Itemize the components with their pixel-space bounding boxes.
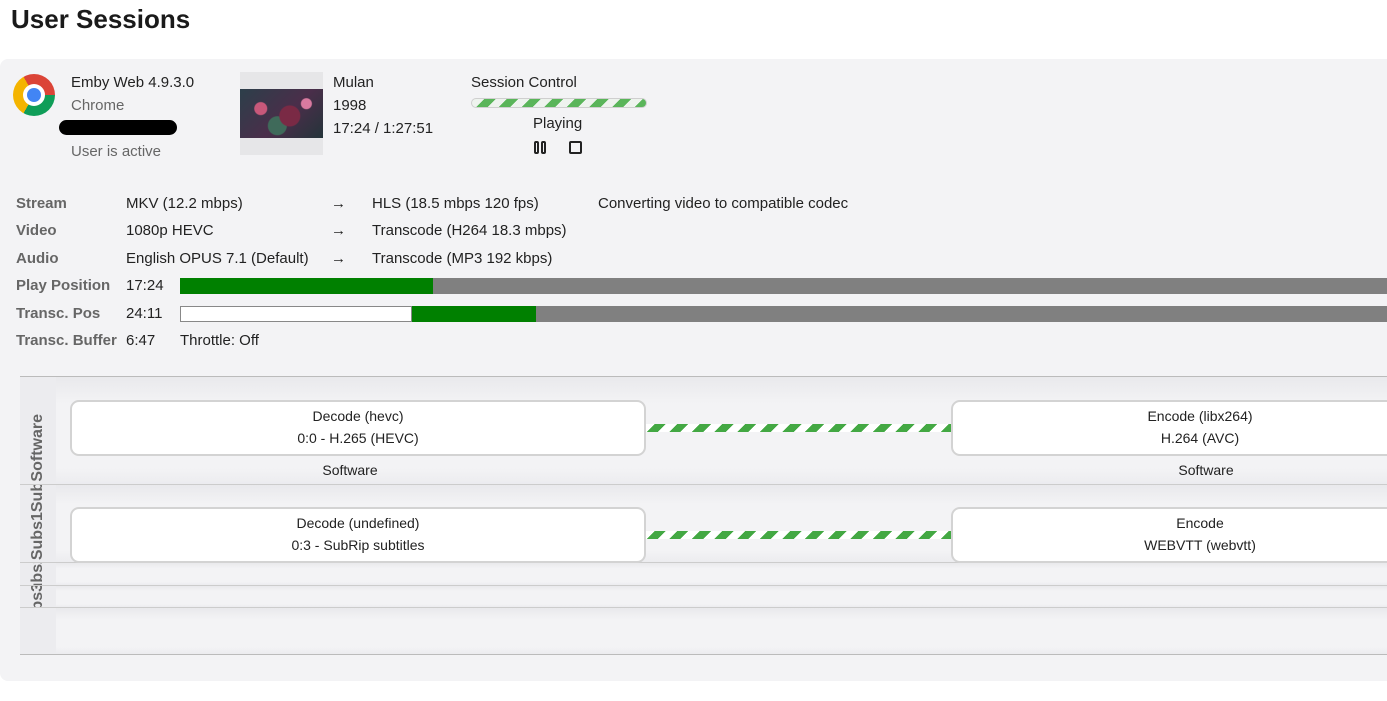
encode-title: Encode (libx264) bbox=[1147, 408, 1253, 424]
session-control-label: Session Control bbox=[471, 74, 577, 91]
decode-hw-label: Software bbox=[322, 462, 378, 478]
transc-pos-fill bbox=[411, 306, 537, 322]
transc-buffer-label: Transc. Buffer bbox=[16, 332, 117, 349]
session-progress-bar bbox=[471, 98, 647, 108]
browser-name: Chrome bbox=[71, 97, 125, 114]
transc-pos-bar bbox=[180, 306, 1387, 322]
stream-note: Converting video to compatible codec bbox=[598, 195, 849, 212]
encode-node[interactable]: Encode WEBVTT (webvtt) bbox=[951, 507, 1387, 563]
page-title: User Sessions bbox=[11, 4, 191, 34]
pipeline-row-empty bbox=[20, 608, 1387, 654]
pipeline-row-subs1: Subs1Subs Decode (undefined) 0:3 - SubRi… bbox=[20, 485, 1387, 563]
row-side: Software bbox=[20, 377, 56, 484]
audio-label: Audio bbox=[16, 250, 59, 267]
user-status: User is active bbox=[71, 143, 162, 160]
decode-title: Decode (undefined) bbox=[296, 515, 420, 531]
row-side bbox=[20, 608, 56, 654]
video-arrow: → bbox=[331, 222, 346, 239]
play-position-label: Play Position bbox=[16, 277, 111, 294]
decode-node[interactable]: Decode (undefined) 0:3 - SubRip subtitle… bbox=[70, 507, 646, 563]
pipeline-row-subs3: Subs3 bbox=[20, 586, 1387, 608]
pause-icon[interactable] bbox=[533, 140, 551, 156]
row-label: Subs2 bbox=[20, 563, 56, 585]
video-source: 1080p HEVC bbox=[126, 222, 214, 239]
encode-detail: H.264 (AVC) bbox=[1160, 430, 1240, 446]
video-label: Video bbox=[16, 222, 57, 239]
row-side: Subs3 bbox=[20, 586, 56, 607]
decode-detail: 0:0 - H.265 (HEVC) bbox=[297, 430, 419, 446]
stream-arrow: → bbox=[331, 195, 346, 212]
row-side: Subs1Subs bbox=[20, 485, 56, 562]
row-label: Software bbox=[29, 414, 46, 482]
pipeline-link bbox=[646, 424, 952, 432]
pipeline-row-software: Software Decode (hevc) 0:0 - H.265 (HEVC… bbox=[20, 377, 1387, 485]
stream-label: Stream bbox=[16, 195, 67, 212]
row-label: Subs3 bbox=[20, 586, 56, 607]
audio-target: Transcode (MP3 192 kbps) bbox=[372, 250, 553, 267]
media-poster[interactable] bbox=[240, 72, 323, 155]
transc-pos-label: Transc. Pos bbox=[16, 305, 101, 322]
play-position-value: 17:24 bbox=[126, 277, 164, 294]
encode-title: Encode bbox=[1176, 515, 1224, 531]
row-label: Subs1Subs bbox=[29, 485, 46, 560]
throttle-status: Throttle: Off bbox=[180, 332, 259, 349]
transc-buffer-value: 6:47 bbox=[126, 332, 156, 349]
encode-node[interactable]: Encode (libx264) H.264 (AVC) bbox=[951, 400, 1387, 456]
encode-detail: WEBVTT (webvtt) bbox=[1144, 537, 1256, 553]
audio-source: English OPUS 7.1 (Default) bbox=[126, 250, 309, 267]
row-side: Subs2 bbox=[20, 563, 56, 585]
decode-title: Decode (hevc) bbox=[312, 408, 404, 424]
audio-arrow: → bbox=[331, 250, 346, 267]
decode-detail: 0:3 - SubRip subtitles bbox=[291, 537, 425, 553]
media-time: 17:24 / 1:27:51 bbox=[333, 120, 434, 137]
client-name: Emby Web 4.9.3.0 bbox=[71, 74, 195, 91]
encode-hw-label: Software bbox=[1178, 462, 1234, 478]
play-position-bar[interactable] bbox=[180, 278, 1387, 294]
transc-pos-unbuffered bbox=[180, 306, 412, 322]
transcode-pipeline: Software Decode (hevc) 0:0 - H.265 (HEVC… bbox=[20, 376, 1387, 655]
poster-image bbox=[240, 89, 323, 138]
pipeline-row-subs2: Subs2 bbox=[20, 563, 1387, 586]
decode-node[interactable]: Decode (hevc) 0:0 - H.265 (HEVC) bbox=[70, 400, 646, 456]
stream-target: HLS (18.5 mbps 120 fps) bbox=[372, 195, 539, 212]
media-title[interactable]: Mulan bbox=[333, 72, 374, 94]
stop-icon[interactable] bbox=[569, 141, 582, 154]
pipeline-link bbox=[646, 531, 952, 539]
video-target: Transcode (H264 18.3 mbps) bbox=[372, 222, 567, 239]
media-year: 1998 bbox=[333, 97, 367, 114]
stream-source: MKV (12.2 mbps) bbox=[126, 195, 243, 212]
transc-pos-value: 24:11 bbox=[126, 305, 163, 322]
chrome-icon bbox=[13, 74, 55, 116]
play-position-fill bbox=[180, 278, 434, 294]
redacted-username bbox=[59, 120, 177, 135]
play-state: Playing bbox=[533, 115, 583, 132]
